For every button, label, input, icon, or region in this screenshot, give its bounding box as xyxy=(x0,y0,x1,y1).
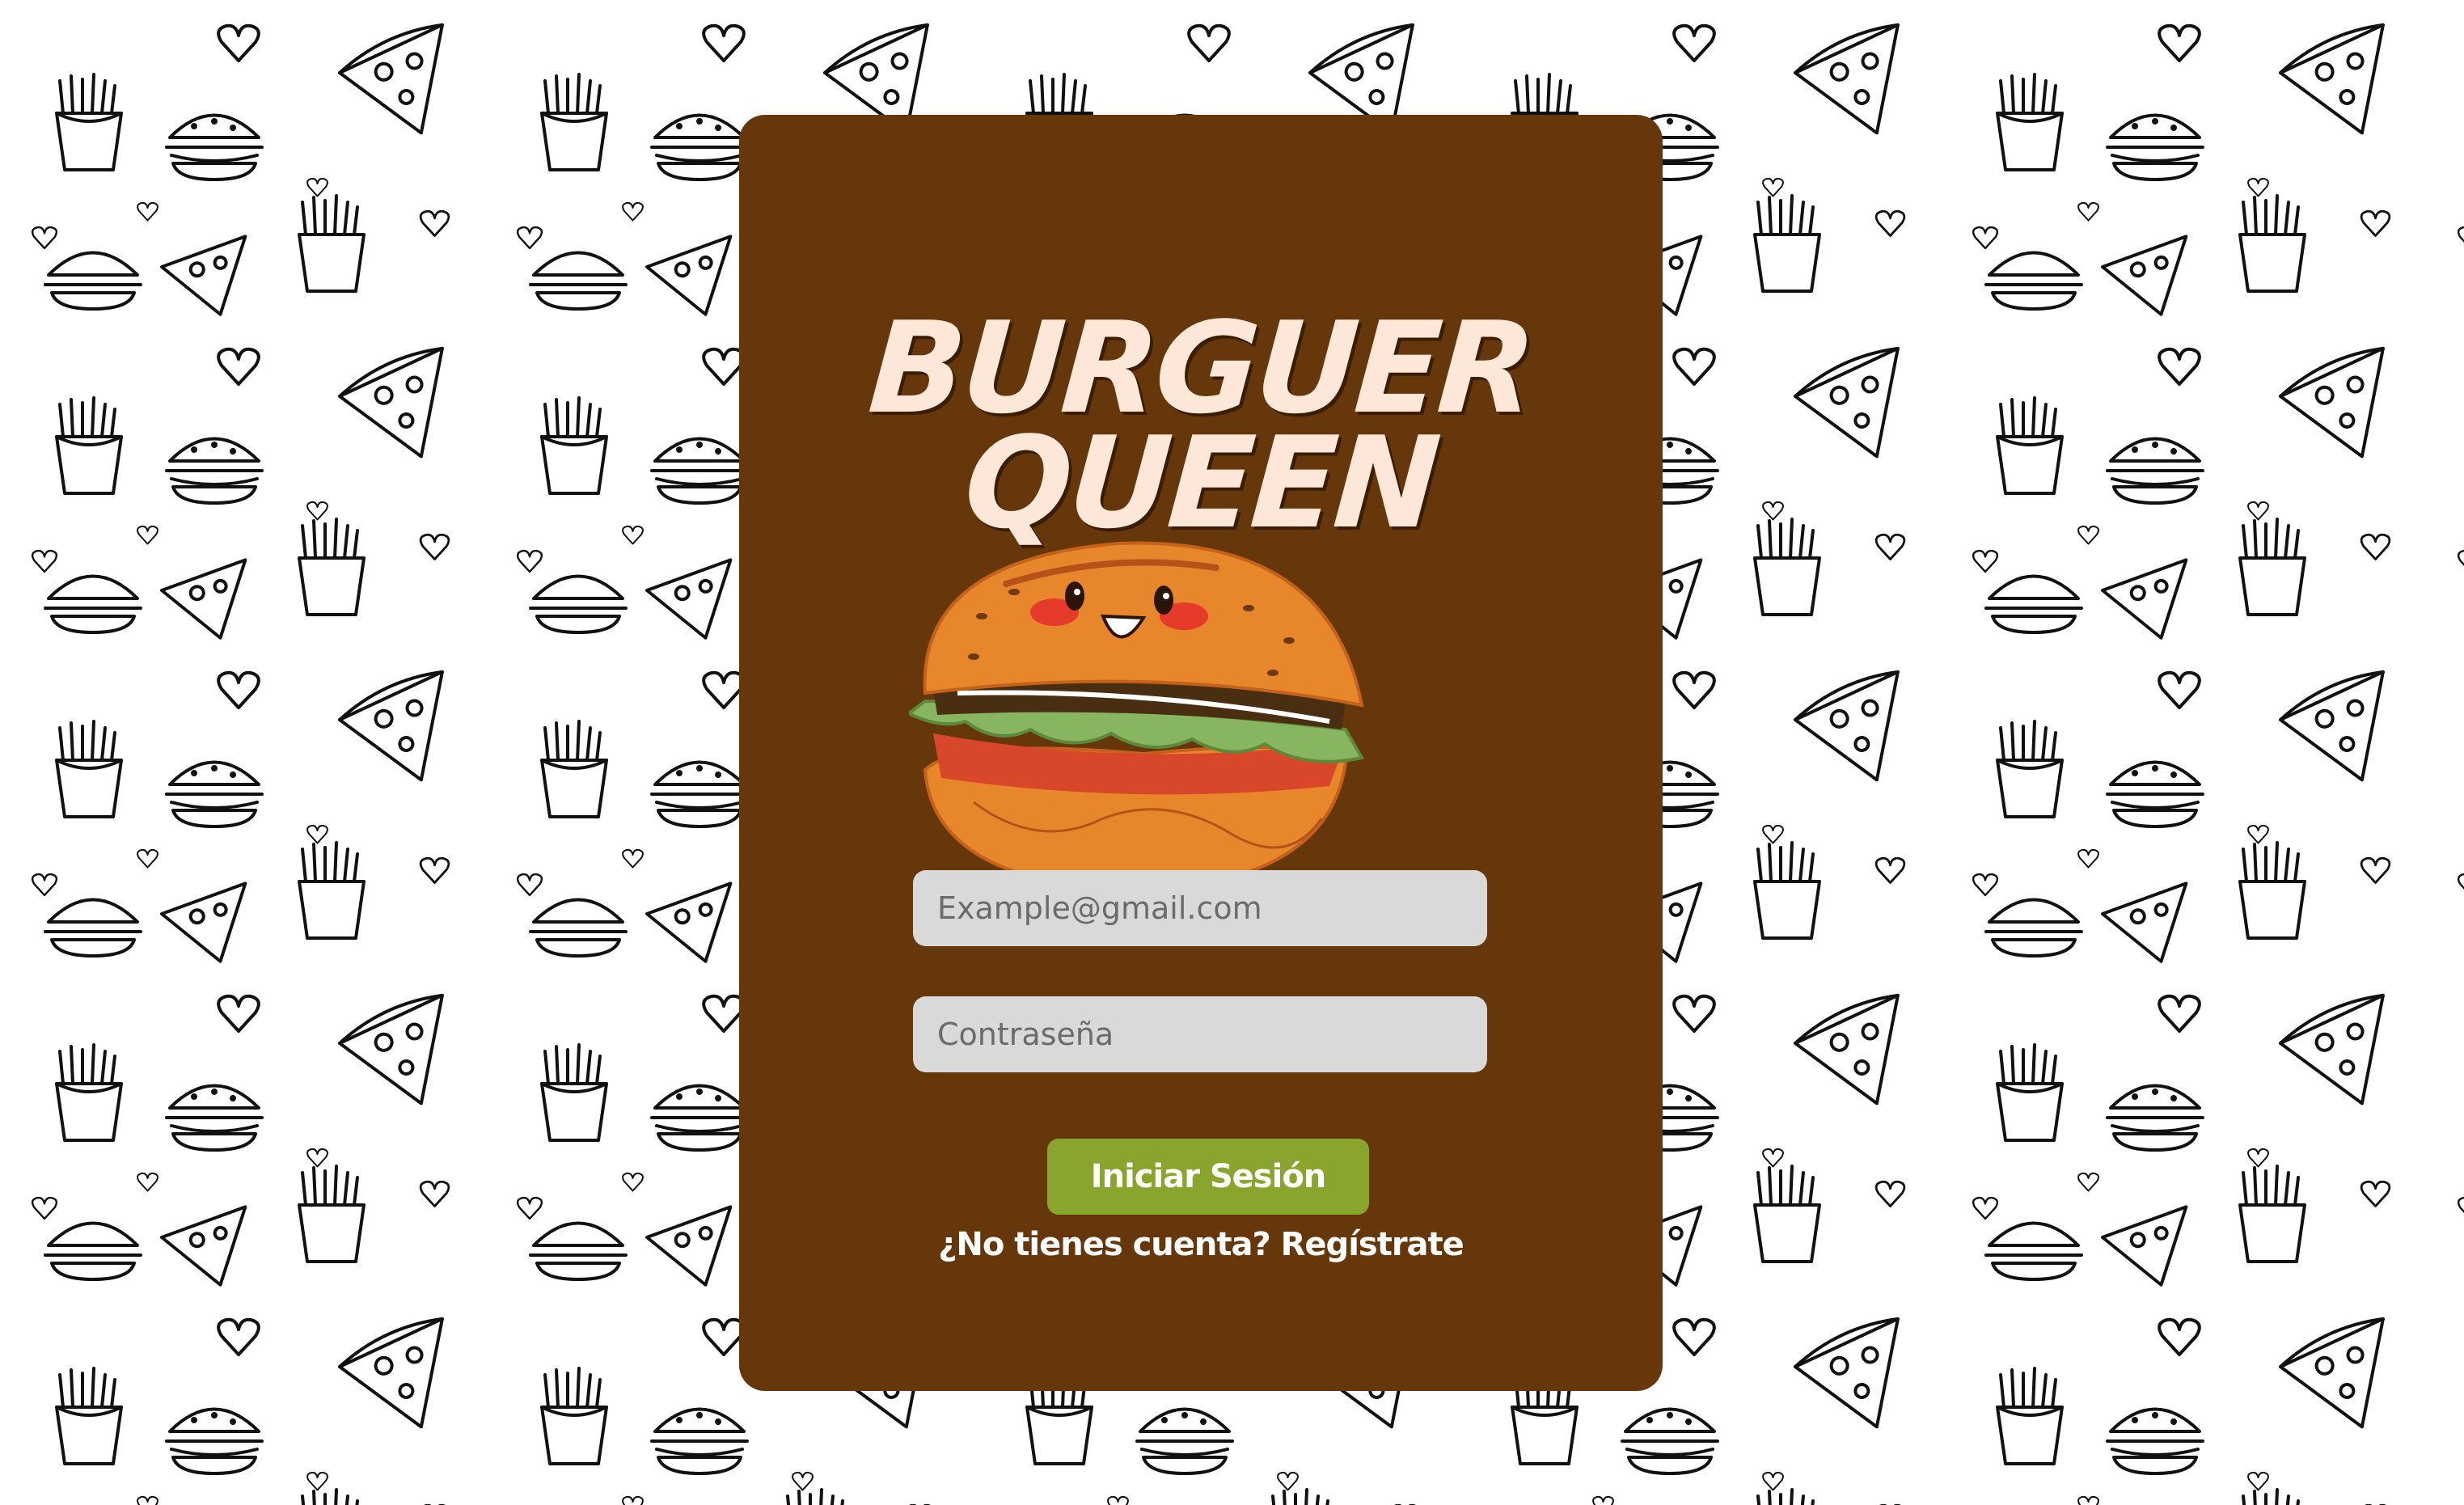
register-prompt-text: ¿No tienes cuenta? xyxy=(938,1226,1270,1263)
logo-title-line2: QUEEN xyxy=(960,409,1442,556)
burger-mascot-icon xyxy=(909,541,1365,894)
email-field[interactable] xyxy=(913,870,1487,946)
register-link[interactable]: Regístrate xyxy=(1281,1226,1464,1263)
login-button[interactable]: Iniciar Sesión xyxy=(1047,1139,1369,1215)
login-card: BURGUER QUEEN Example@gmail.com Iniciar … xyxy=(739,115,1663,1391)
register-prompt-line: ¿No tienes cuenta? Regístrate xyxy=(739,1226,1663,1263)
password-field[interactable] xyxy=(913,996,1487,1072)
